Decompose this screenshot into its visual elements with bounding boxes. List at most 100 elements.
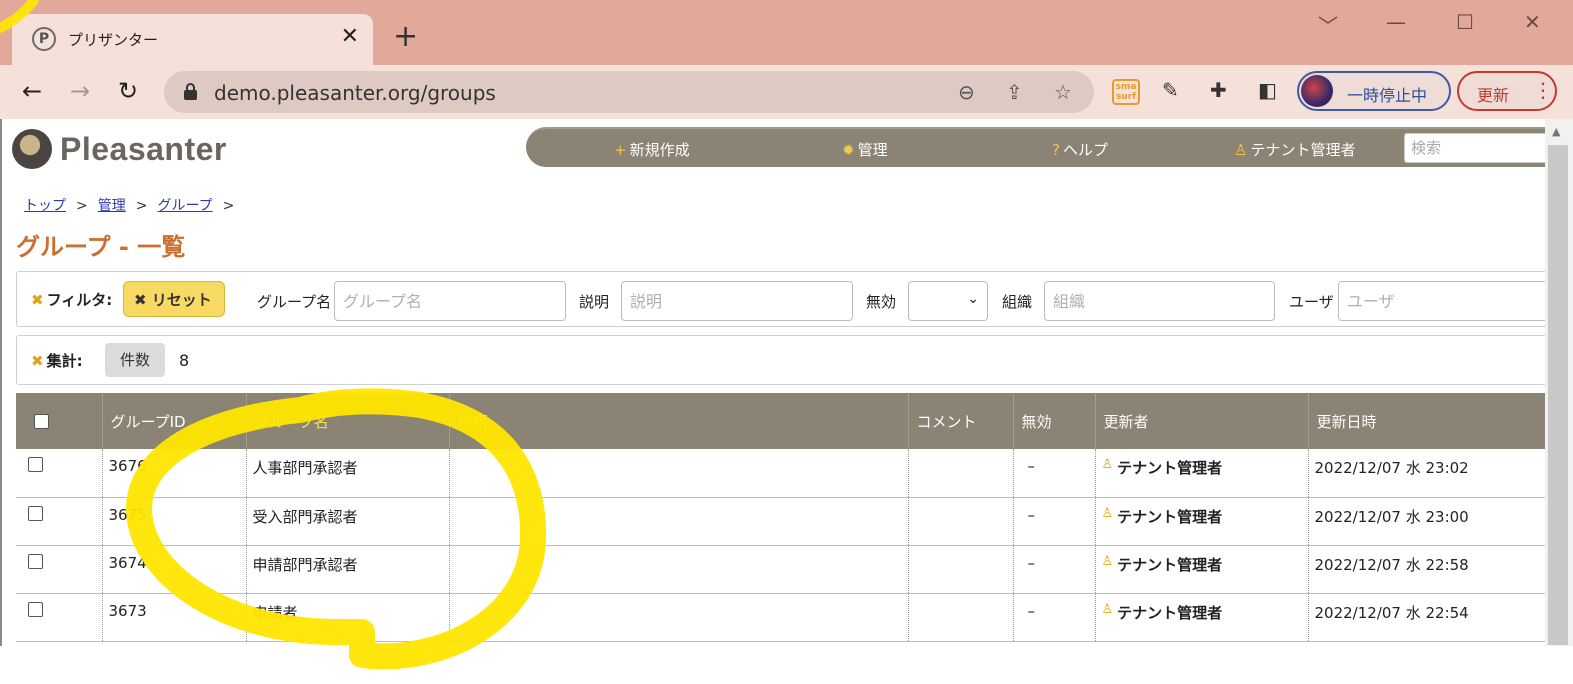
scroll-thumb[interactable]	[1548, 145, 1568, 645]
reload-icon[interactable]: ↻	[118, 77, 138, 105]
cell-group-name: 人事部門承認者	[245, 449, 449, 498]
row-checkbox-cell	[16, 497, 102, 546]
share-icon[interactable]: ⇪	[1006, 80, 1023, 104]
select-all-checkbox[interactable]	[34, 413, 49, 429]
filter-user-label: ユーザ	[1289, 293, 1334, 311]
column-updater[interactable]: 更新者	[1094, 393, 1308, 449]
cell-group-name: 申請者	[245, 593, 449, 642]
side-panel-icon[interactable]: ◧	[1258, 78, 1277, 102]
lock-icon	[184, 83, 197, 100]
table-row[interactable]: 3676 人事部門承認者 – ♙ テナント管理者 2022/12/07 水 23:02	[16, 449, 1545, 498]
aggregation-label[interactable]: ✖ 集計:	[31, 350, 83, 371]
aggregation-type-chip[interactable]: 件数	[105, 343, 165, 377]
column-group-id[interactable]: グループID	[101, 393, 246, 449]
tab-search-icon[interactable]: ﹀	[1318, 10, 1338, 39]
cell-description	[448, 593, 908, 642]
address-bar[interactable]: demo.pleasanter.org/groups ⊖ ⇪ ☆	[164, 71, 1094, 113]
table-row[interactable]: 3673 申請者 – ♙ テナント管理者 2022/12/07 水 22:54	[16, 593, 1545, 642]
question-icon: ?	[1052, 141, 1060, 159]
row-checkbox-cell	[16, 449, 102, 498]
nav-tenant-admin[interactable]: ♙ テナント管理者	[1234, 139, 1355, 160]
update-label: 更新	[1477, 86, 1510, 105]
filter-panel: ✖フィルタ: ✖ リセット グループ名 説明 無効 ⌄ 組織 ユーザ	[16, 271, 1545, 327]
nav-manage-label: 管理	[857, 141, 888, 159]
tab-title: プリザンター	[68, 31, 159, 49]
collapse-icon: ✖	[31, 352, 44, 370]
column-disabled[interactable]: 無効	[1012, 393, 1095, 449]
filter-description-input[interactable]	[621, 281, 853, 321]
breadcrumb: トップ > 管理 > グループ >	[24, 195, 244, 215]
new-tab-icon[interactable]: +	[393, 22, 418, 52]
table-header-row: グループID グループ名 説明 コメント 無効 更新者 更新日時	[16, 393, 1545, 449]
filter-label[interactable]: ✖ フィルタ:	[31, 289, 112, 310]
cell-updated-time: 2022/12/07 水 22:54	[1307, 593, 1545, 642]
column-comment[interactable]: コメント	[907, 393, 1013, 449]
star-icon[interactable]: ☆	[1054, 80, 1072, 104]
nav-help[interactable]: ? ヘルプ	[1052, 139, 1108, 160]
browser-tab-bar: P プリザンター ✕ + ﹀ — ☐ ✕	[0, 0, 1573, 65]
tab-close-icon[interactable]: ✕	[341, 24, 359, 49]
cell-group-id: 3675	[101, 497, 246, 546]
aggregation-panel: ✖ 集計: 件数 8	[16, 335, 1545, 385]
updater-name[interactable]: テナント管理者	[1117, 604, 1222, 622]
user-icon: ♙	[1101, 505, 1114, 521]
updater-name[interactable]: テナント管理者	[1117, 459, 1222, 477]
extensions-puzzle-icon[interactable]: ✚	[1210, 78, 1227, 102]
cell-updated-time: 2022/12/07 水 23:00	[1307, 497, 1545, 546]
cell-group-name: 受入部門承認者	[245, 497, 449, 546]
cell-disabled: –	[1012, 545, 1095, 594]
cell-updater: ♙ テナント管理者	[1094, 497, 1308, 546]
filter-label-text: フィルタ:	[46, 291, 113, 309]
close-icon: ✖	[134, 291, 152, 309]
page-scrollbar[interactable]: ▲	[1545, 119, 1573, 646]
column-updated-time[interactable]: 更新日時	[1307, 393, 1545, 449]
column-group-name[interactable]: グループ名	[245, 393, 449, 449]
nav-manage[interactable]: ✹ 管理	[842, 139, 888, 160]
notes-extension-icon[interactable]: ✎	[1162, 78, 1179, 102]
user-icon: ♙	[1101, 601, 1114, 617]
forward-icon[interactable]: →	[70, 77, 90, 105]
breadcrumb-manage[interactable]: 管理	[98, 198, 126, 214]
scroll-up-icon[interactable]: ▲	[1552, 125, 1560, 138]
cell-group-id: 3676	[101, 449, 246, 498]
menu-dots-icon[interactable]: ⋮	[1533, 78, 1553, 102]
filter-user-input[interactable]	[1338, 281, 1545, 321]
zoom-out-icon[interactable]: ⊖	[958, 80, 975, 104]
update-button[interactable]: 更新 ⋮	[1457, 71, 1557, 111]
column-description[interactable]: 説明	[448, 393, 908, 449]
cell-updater: ♙ テナント管理者	[1094, 593, 1308, 642]
search-input[interactable]	[1404, 133, 1545, 163]
back-icon[interactable]: ←	[22, 77, 42, 105]
table-row[interactable]: 3674 申請部門承認者 – ♙ テナント管理者 2022/12/07 水 22:58	[16, 545, 1545, 594]
filter-disabled-select[interactable]: ⌄	[908, 281, 988, 321]
breadcrumb-separator: >	[222, 198, 235, 214]
user-icon: ♙	[1234, 141, 1248, 159]
row-checkbox[interactable]	[28, 505, 43, 521]
minimize-icon[interactable]: —	[1386, 10, 1406, 34]
smasurf-extension-icon[interactable]: sma surf	[1112, 79, 1140, 105]
url-text[interactable]: demo.pleasanter.org/groups	[214, 81, 496, 105]
row-checkbox[interactable]	[28, 553, 43, 569]
cell-updater: ♙ テナント管理者	[1094, 449, 1308, 498]
browser-tab[interactable]: P プリザンター ✕	[12, 14, 373, 65]
window-close-icon[interactable]: ✕	[1524, 10, 1541, 34]
row-checkbox-cell	[16, 545, 102, 594]
breadcrumb-top[interactable]: トップ	[24, 198, 66, 214]
updater-name[interactable]: テナント管理者	[1117, 556, 1222, 574]
user-icon: ♙	[1101, 553, 1114, 569]
filter-group-name-input[interactable]	[334, 281, 566, 321]
cell-comment	[907, 545, 1013, 594]
cell-group-id: 3673	[101, 593, 246, 642]
updater-name[interactable]: テナント管理者	[1117, 508, 1222, 526]
reset-button[interactable]: ✖ リセット	[123, 281, 225, 317]
table-row[interactable]: 3675 受入部門承認者 – ♙ テナント管理者 2022/12/07 水 23:00	[16, 497, 1545, 546]
plus-icon: +	[614, 141, 627, 159]
select-all-header	[16, 393, 102, 449]
filter-organization-input[interactable]	[1044, 281, 1275, 321]
breadcrumb-groups[interactable]: グループ	[157, 198, 212, 214]
row-checkbox[interactable]	[28, 457, 43, 472]
profile-button[interactable]: 一時停止中	[1297, 71, 1451, 111]
nav-new[interactable]: + 新規作成	[614, 139, 690, 160]
row-checkbox[interactable]	[28, 601, 43, 617]
maximize-icon[interactable]: ☐	[1456, 10, 1474, 34]
